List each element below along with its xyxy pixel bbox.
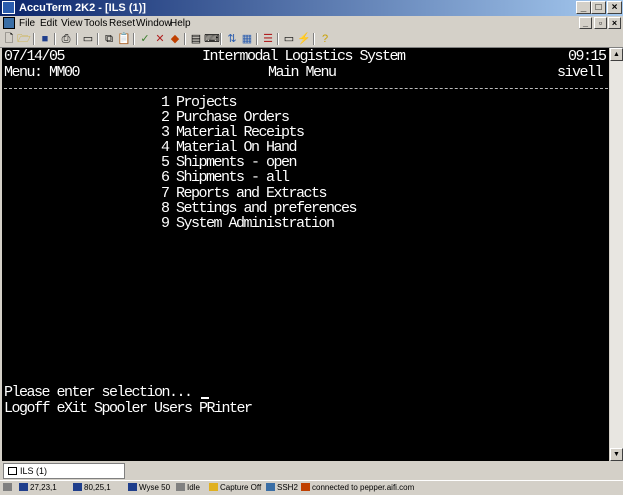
menu-option[interactable]: 2 Purchase Orders bbox=[161, 110, 290, 125]
copy-icon[interactable]: ⧉ bbox=[102, 32, 116, 46]
header-time: 09:15 bbox=[568, 48, 607, 65]
status-protocol: SSH2 bbox=[266, 482, 298, 494]
separator-line bbox=[4, 88, 608, 89]
status-screen-size: 80,25,1 bbox=[73, 482, 111, 494]
save-icon[interactable]: ■ bbox=[38, 32, 52, 46]
status-bar: 27,23,1 80,25,1 Wyse 50 Idle Capture Off… bbox=[0, 480, 623, 495]
menu-view[interactable]: View bbox=[61, 17, 83, 30]
cursor-position-icon bbox=[19, 483, 28, 491]
menu-id: Menu: MM00 bbox=[4, 64, 81, 81]
menu-option[interactable]: 6 Shipments - all bbox=[161, 170, 290, 185]
menu-option[interactable]: 5 Shipments - open bbox=[161, 155, 298, 170]
emulation-text: Wyse 50 bbox=[139, 483, 171, 492]
menu-help[interactable]: Help bbox=[170, 17, 191, 30]
menu-window[interactable]: Window bbox=[136, 17, 172, 30]
app-icon[interactable] bbox=[2, 1, 15, 14]
connection-text: connected to pepper.aifi.com bbox=[312, 483, 415, 492]
status-capture: Capture Off bbox=[209, 482, 261, 494]
menu-option[interactable]: 8 Settings and preferences bbox=[161, 201, 358, 216]
close-button[interactable]: × bbox=[607, 1, 622, 14]
menu-option[interactable]: 4 Material On Hand bbox=[161, 140, 298, 155]
print-screen-icon[interactable]: ▭ bbox=[81, 32, 95, 46]
toolbar-separator bbox=[313, 33, 315, 45]
maximize-button[interactable]: □ bbox=[591, 1, 606, 14]
minimize-button[interactable]: _ bbox=[576, 1, 591, 14]
menu-bar: File Edit View Tools Reset Window Help _… bbox=[0, 16, 623, 31]
toolbar-separator bbox=[33, 33, 35, 45]
menu-option[interactable]: 3 Material Receipts bbox=[161, 125, 305, 140]
wyse-icon[interactable]: ▭ bbox=[282, 32, 296, 46]
printer-status-text: Idle bbox=[187, 483, 200, 492]
toolbar-separator bbox=[97, 33, 99, 45]
toolbar-separator bbox=[256, 33, 258, 45]
mdi-close-button[interactable]: × bbox=[608, 17, 621, 29]
menu-reset[interactable]: Reset bbox=[109, 17, 135, 30]
session-icon bbox=[8, 467, 17, 475]
disconnect-icon[interactable]: ✕ bbox=[153, 32, 167, 46]
capture-status-icon bbox=[209, 483, 218, 491]
document-icon[interactable] bbox=[3, 17, 15, 29]
text-cursor bbox=[201, 397, 209, 399]
cursor-position-text: 27,23,1 bbox=[30, 483, 57, 492]
toolbar-separator bbox=[133, 33, 135, 45]
capture-status-text: Capture Off bbox=[220, 483, 262, 492]
help-icon[interactable]: ? bbox=[318, 32, 332, 46]
keyboard-icon[interactable]: ⌨ bbox=[204, 32, 220, 46]
menu-edit[interactable]: Edit bbox=[40, 17, 57, 30]
header-system-name: Intermodal Logistics System bbox=[202, 48, 406, 65]
transfer-icon[interactable]: ⇅ bbox=[225, 32, 239, 46]
connect-icon[interactable]: ✓ bbox=[138, 32, 152, 46]
terminal-screen[interactable]: 07/14/05 Intermodal Logistics System 09:… bbox=[2, 48, 609, 461]
user-name: sivell bbox=[557, 64, 604, 81]
status-indicator-icon bbox=[3, 483, 12, 491]
protocol-icon[interactable]: ◆ bbox=[168, 32, 182, 46]
selection-prompt: Please enter selection... bbox=[4, 384, 193, 401]
session-tab-label: ILS (1) bbox=[20, 466, 48, 476]
printer-icon bbox=[176, 483, 185, 491]
scroll-down-button[interactable]: ▼ bbox=[610, 448, 623, 461]
command-line: Logoff eXit Spooler Users PRinter bbox=[4, 400, 253, 417]
mdi-restore-button[interactable]: ▫ bbox=[594, 17, 607, 29]
screen-size-text: 80,25,1 bbox=[84, 483, 111, 492]
status-emulation: Wyse 50 bbox=[128, 482, 170, 494]
emulation-icon bbox=[128, 483, 137, 491]
new-icon[interactable]: 🗋 bbox=[2, 32, 16, 46]
paste-icon[interactable]: 📋 bbox=[117, 32, 131, 46]
open-icon[interactable]: 🗁 bbox=[17, 32, 31, 46]
menu-file[interactable]: File bbox=[19, 17, 35, 30]
menu-option[interactable]: 1 Projects bbox=[161, 95, 238, 110]
settings-icon[interactable]: ▤ bbox=[189, 32, 203, 46]
print-icon[interactable]: ⎙ bbox=[59, 32, 73, 46]
toolbar-separator bbox=[277, 33, 279, 45]
menu-option[interactable]: 9 System Administration bbox=[161, 216, 335, 231]
status-connection: connected to pepper.aifi.com bbox=[301, 482, 414, 494]
status-printer: Idle bbox=[176, 482, 200, 494]
scripting-icon[interactable]: ▦ bbox=[240, 32, 254, 46]
header-date: 07/14/05 bbox=[4, 48, 66, 65]
capture-icon[interactable]: ☰ bbox=[261, 32, 275, 46]
status-cursor-position: 27,23,1 bbox=[19, 482, 57, 494]
debug-icon[interactable]: ⚡ bbox=[297, 32, 311, 46]
toolbar-separator bbox=[220, 33, 222, 45]
connection-icon bbox=[301, 483, 310, 491]
status-connection-indicator bbox=[3, 482, 14, 494]
session-tab-strip: ILS (1) bbox=[0, 462, 623, 480]
title-bar[interactable]: AccuTerm 2K2 - [ILS (1)] _ □ × bbox=[0, 0, 623, 16]
window-title: AccuTerm 2K2 - [ILS (1)] bbox=[19, 2, 146, 14]
session-tab[interactable]: ILS (1) bbox=[3, 463, 125, 479]
toolbar: 🗋 🗁 ■ ⎙ ▭ ⧉ 📋 ✓ ✕ ◆ ▤ ⌨ ⇅ ▦ ☰ ▭ ⚡ ? bbox=[0, 31, 623, 48]
menu-title: Main Menu bbox=[268, 64, 337, 81]
menu-tools[interactable]: Tools bbox=[84, 17, 107, 30]
screen-size-icon bbox=[73, 483, 82, 491]
scroll-up-button[interactable]: ▲ bbox=[610, 48, 623, 61]
toolbar-separator bbox=[184, 33, 186, 45]
protocol-status-icon bbox=[266, 483, 275, 491]
mdi-minimize-button[interactable]: _ bbox=[579, 17, 592, 29]
toolbar-separator bbox=[76, 33, 78, 45]
protocol-text: SSH2 bbox=[277, 483, 298, 492]
toolbar-separator bbox=[54, 33, 56, 45]
vertical-scrollbar[interactable]: ▲ ▼ bbox=[610, 48, 623, 461]
menu-option[interactable]: 7 Reports and Extracts bbox=[161, 186, 328, 201]
